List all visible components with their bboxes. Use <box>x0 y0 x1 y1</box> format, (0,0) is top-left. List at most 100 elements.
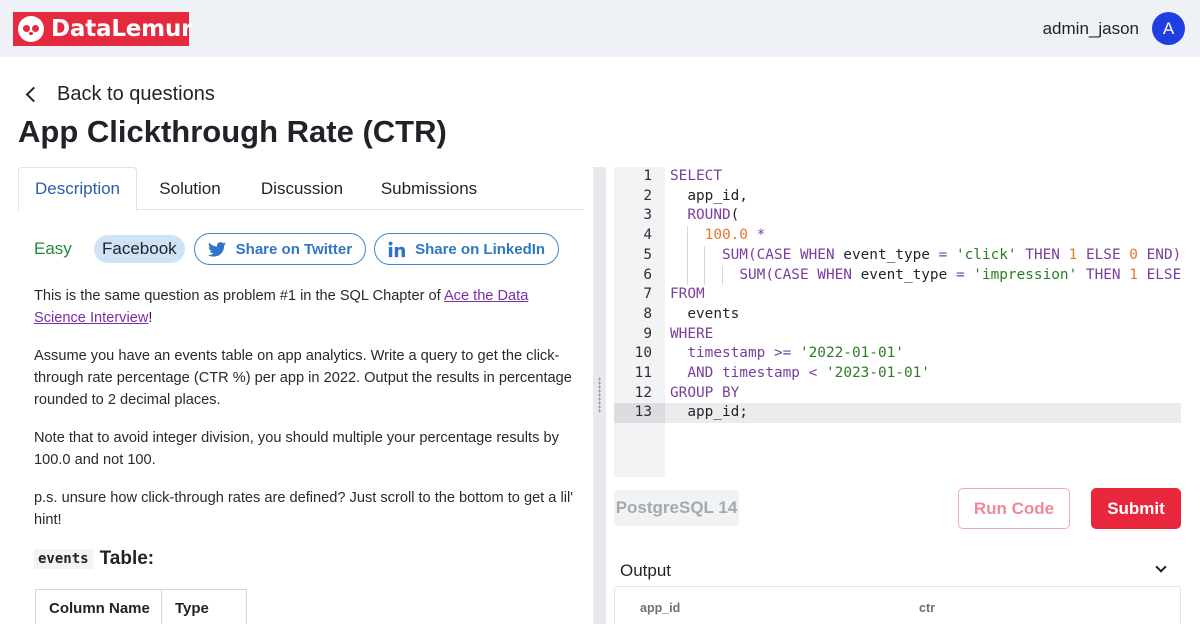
code-token: ELSE <box>1085 246 1121 263</box>
code-token: events <box>687 305 740 322</box>
code-line: 5 SUM(CASE WHEN event_type = 'click' THE… <box>614 246 1181 266</box>
code-line: 10 timestamp >= '2022-01-01' <box>614 344 1181 364</box>
code-token: ELSE <box>1146 266 1181 283</box>
code-line: 12 GROUP BY <box>614 384 1181 404</box>
code-token: SUM <box>721 246 748 263</box>
description-paragraph-1: This is the same question as problem #1 … <box>34 285 574 329</box>
share-twitter-button[interactable]: Share on Twitter <box>193 233 367 265</box>
code-line: 11 AND timestamp < '2023-01-01' <box>614 364 1181 384</box>
line-number: 11 <box>634 365 652 381</box>
share-linkedin-label: Share on LinkedIn <box>415 240 546 258</box>
line-number: 2 <box>643 187 652 204</box>
table-name-code: events <box>34 549 93 569</box>
sql-editor[interactable]: 1 SELECT 2 app_id, 3 ROUND( 4 100.0 * 5 S… <box>614 167 1181 477</box>
code-token: event_type <box>843 246 930 263</box>
code-token: SUM <box>739 266 766 283</box>
code-line: 9 WHERE <box>614 325 1181 345</box>
tab-description[interactable]: Description <box>18 167 137 211</box>
share-twitter-label: Share on Twitter <box>235 240 353 258</box>
table-heading-suffix: Table: <box>99 548 155 569</box>
line-number: 3 <box>643 207 652 224</box>
code-token: = <box>938 246 948 263</box>
code-token: '2023-01-01' <box>826 365 930 381</box>
submit-button[interactable]: Submit <box>1091 488 1181 529</box>
line-number: 12 <box>634 384 652 401</box>
logo-text: DataLemur <box>51 16 193 42</box>
line-number: 8 <box>643 305 652 322</box>
code-token: < <box>808 365 818 381</box>
code-token: 'impression' <box>973 266 1078 283</box>
line-number: 4 <box>643 227 652 244</box>
lemur-icon <box>18 16 44 42</box>
chevron-left-icon <box>25 86 42 103</box>
back-to-questions-link[interactable]: Back to questions <box>22 83 215 106</box>
line-number: 9 <box>643 325 652 342</box>
code-token: WHERE <box>670 325 714 342</box>
code-token: END) <box>1146 246 1181 263</box>
code-token: ( <box>730 207 740 224</box>
paragraph-text: ! <box>148 310 153 326</box>
code-token: app_id; <box>687 404 748 421</box>
drag-grip-icon <box>598 377 601 413</box>
schema-table-header: Column Name Type <box>35 589 247 624</box>
tab-discussion[interactable]: Discussion <box>252 167 352 210</box>
chevron-down-icon[interactable] <box>1155 561 1167 573</box>
code-token: GROUP BY <box>670 384 740 401</box>
code-token: 1 <box>1129 266 1138 283</box>
description-paragraph-2: Assume you have an events table on app a… <box>34 348 572 408</box>
datalemur-logo[interactable]: DataLemur <box>13 12 193 46</box>
tab-submissions[interactable]: Submissions <box>374 167 484 210</box>
username[interactable]: admin_jason <box>1043 19 1139 39</box>
code-token: timestamp <box>722 365 800 381</box>
code-line: 1 SELECT <box>614 167 1181 187</box>
output-col-ctr: ctr <box>919 601 935 615</box>
code-token: (CASE WHEN <box>765 266 852 283</box>
top-bar: DataLemur admin_jason A <box>0 0 1200 57</box>
output-table: app_id ctr <box>614 588 1181 624</box>
schema-col-type: Type <box>175 600 209 617</box>
description-paragraph-3: Note that to avoid integer division, you… <box>34 430 559 468</box>
code-token: 0 <box>1129 246 1138 263</box>
code-token: '2022-01-01' <box>799 345 904 362</box>
linkedin-icon <box>388 241 406 257</box>
code-token: timestamp <box>687 345 766 362</box>
question-tabs: Description Solution Discussion Submissi… <box>18 167 584 211</box>
share-linkedin-button[interactable]: Share on LinkedIn <box>374 233 560 265</box>
events-table-heading: events Table: <box>34 548 154 570</box>
schema-col-column-name: Column Name <box>36 590 162 624</box>
code-token: (CASE WHEN <box>747 246 835 263</box>
code-token: event_type <box>860 266 948 283</box>
run-code-button[interactable]: Run Code <box>958 488 1070 529</box>
output-panel-header[interactable]: Output <box>614 552 1181 587</box>
code-line: 2 app_id, <box>614 187 1181 207</box>
code-token: SELECT <box>670 168 722 184</box>
code-line: 7 FROM <box>614 285 1181 305</box>
tab-solution[interactable]: Solution <box>145 167 235 210</box>
code-token: ROUND <box>687 207 731 224</box>
panel-resize-handle[interactable] <box>593 167 606 624</box>
question-meta: Easy Facebook Share on Twitter Share on … <box>34 233 567 265</box>
code-token: THEN <box>1025 246 1060 263</box>
user-avatar[interactable]: A <box>1152 12 1185 45</box>
code-line: 8 events <box>614 305 1181 325</box>
code-token: * <box>756 227 766 244</box>
code-line: 3 ROUND( <box>614 206 1181 226</box>
code-token: FROM <box>670 286 705 303</box>
back-label: Back to questions <box>57 83 215 105</box>
code-token: THEN <box>1085 266 1121 283</box>
code-token: app_id, <box>687 187 748 204</box>
code-line-current: 13 app_id; <box>614 403 1181 424</box>
code-token: AND <box>687 365 714 381</box>
description-paragraph-4: p.s. unsure how click-through rates are … <box>34 490 573 528</box>
company-tag[interactable]: Facebook <box>94 235 185 263</box>
twitter-icon <box>207 241 226 257</box>
code-line: 6 SUM(CASE WHEN event_type = 'impression… <box>614 266 1181 286</box>
line-number: 10 <box>634 345 652 362</box>
code-token: 1 <box>1068 246 1078 263</box>
line-number: 1 <box>643 168 652 184</box>
line-number: 7 <box>643 286 652 303</box>
code-token: 'click' <box>955 246 1017 263</box>
code-token: 100.0 <box>704 227 748 244</box>
output-col-app-id: app_id <box>640 601 681 615</box>
line-number: 13 <box>614 403 665 424</box>
